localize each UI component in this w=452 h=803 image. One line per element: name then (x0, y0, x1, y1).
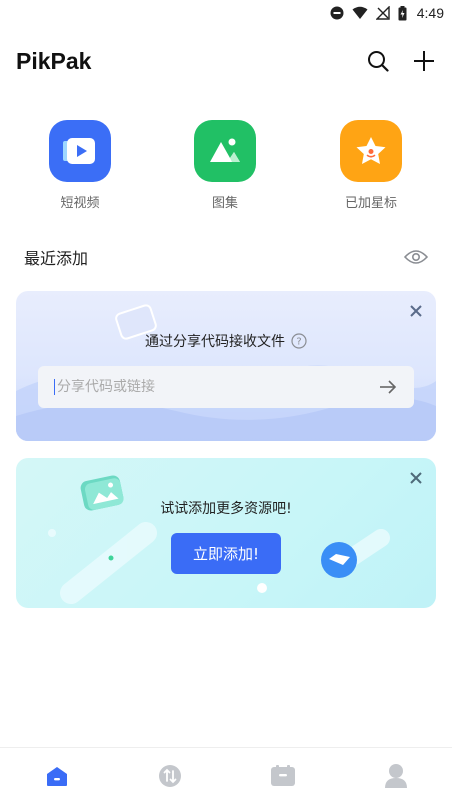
close-icon (410, 472, 422, 484)
dnd-icon (330, 6, 344, 20)
status-time: 4:49 (416, 5, 444, 21)
share-code-input[interactable] (54, 379, 376, 395)
share-input-wrap (38, 366, 414, 408)
nav-home[interactable] (0, 748, 113, 803)
app-header: PikPak (0, 40, 452, 82)
submit-share-button[interactable] (376, 375, 400, 399)
star-icon (340, 120, 402, 182)
quick-label-short-video: 短视频 (60, 196, 100, 211)
visibility-toggle[interactable] (404, 245, 428, 269)
quick-item-short-video[interactable]: 短视频 (30, 120, 130, 211)
quick-label-starred: 已加星标 (344, 196, 397, 211)
status-bar: 4:49 (0, 0, 452, 26)
transfer-icon (158, 765, 181, 787)
home-icon (46, 767, 67, 786)
quick-label-albums: 图集 (211, 196, 238, 211)
search-icon (368, 51, 389, 72)
share-title-row: 通过分享代码接收文件 ? (16, 331, 436, 351)
box-icon (270, 765, 295, 786)
wifi-icon (352, 6, 368, 20)
section-title: 最近添加 (24, 249, 89, 268)
close-icon (410, 305, 422, 317)
add-button[interactable] (412, 49, 436, 73)
nav-transfers[interactable] (113, 748, 226, 803)
albums-icon (194, 120, 256, 182)
recent-section-header: 最近添加 (0, 240, 452, 274)
nav-profile[interactable] (339, 748, 452, 803)
add-title: 试试添加更多资源吧! (160, 501, 292, 517)
user-icon (384, 764, 407, 788)
battery-icon (398, 5, 407, 21)
quick-actions: 短视频 图集 已加星标 (0, 120, 452, 215)
add-resources-card: 试试添加更多资源吧! 立即添加! (16, 458, 436, 608)
short-video-icon (49, 120, 111, 182)
app-title: PikPak (16, 47, 92, 74)
close-button[interactable] (408, 303, 424, 319)
eye-icon (404, 250, 428, 264)
help-icon[interactable]: ? (291, 333, 307, 349)
close-button[interactable] (408, 470, 424, 486)
nav-files[interactable] (226, 748, 339, 803)
share-code-card: 通过分享代码接收文件 ? (16, 291, 436, 441)
quick-item-starred[interactable]: 已加星标 (321, 120, 421, 211)
header-actions (366, 49, 436, 73)
arrow-right-icon (380, 380, 397, 394)
add-now-button[interactable]: 立即添加! (171, 533, 281, 574)
quick-item-albums[interactable]: 图集 (175, 120, 275, 211)
bottom-nav (0, 747, 452, 803)
no-signal-icon (375, 6, 390, 20)
search-button[interactable] (366, 49, 390, 73)
svg-text:?: ? (296, 337, 301, 348)
plus-icon (414, 51, 434, 71)
share-title: 通过分享代码接收文件 (145, 334, 285, 350)
